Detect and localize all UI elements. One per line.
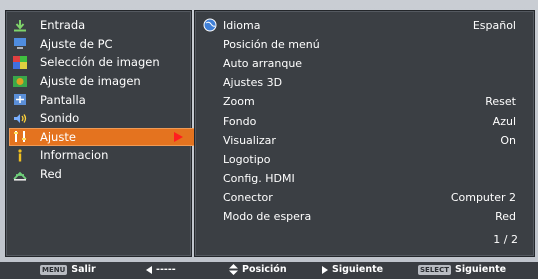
footer-position-label: Posición — [242, 264, 287, 275]
sidebar-item-label: Ajuste de PC — [40, 36, 113, 51]
setting-label: Conector — [223, 190, 273, 204]
setting-value: On — [500, 133, 516, 147]
sidebar-item-label: Informacion — [40, 148, 109, 163]
settings-panel: Idioma Español Posición de menú Auto arr… — [194, 10, 535, 257]
sidebar-item-label: Ajuste de imagen — [40, 74, 141, 89]
sidebar-item-ajuste-de-imagen[interactable]: Ajuste de imagen — [9, 72, 195, 91]
category-sidebar: Entrada Ajuste de PC Selección de imagen… — [5, 10, 195, 257]
setting-label: Zoom — [223, 95, 255, 109]
select-button-icon: SELECT — [418, 264, 451, 275]
pc-adjust-icon — [13, 38, 27, 50]
setting-row-zoom[interactable]: Zoom Reset — [195, 92, 534, 111]
setting-row-logotipo[interactable]: Logotipo — [195, 150, 534, 169]
sidebar-item-label: Entrada — [40, 18, 86, 33]
footer-position: Posición — [229, 264, 287, 275]
footer-exit: MENU Salir — [40, 264, 96, 275]
sidebar-item-label: Ajuste — [40, 129, 76, 144]
setting-row-ajustes-3d[interactable]: Ajustes 3D — [195, 73, 534, 92]
setting-label: Idioma — [223, 19, 261, 32]
info-icon — [13, 149, 27, 162]
image-adjust-icon — [13, 75, 27, 87]
setting-label: Ajustes 3D — [223, 76, 283, 90]
submenu-arrow-icon — [174, 131, 183, 142]
sidebar-item-ajuste-de-pc[interactable]: Ajuste de PC — [9, 35, 195, 54]
setting-row-idioma[interactable]: Idioma Español — [195, 16, 534, 35]
sidebar-item-informacion[interactable]: Informacion — [9, 146, 195, 165]
sidebar-item-sonido[interactable]: Sonido — [9, 109, 195, 128]
sidebar-item-ajuste[interactable]: Ajuste — [9, 127, 195, 147]
footer-select-label: Siguiente — [454, 264, 507, 275]
setting-value: Azul — [492, 114, 516, 128]
sidebar-item-seleccion-de-imagen[interactable]: Selección de imagen — [9, 53, 195, 72]
setting-label: Modo de espera — [223, 210, 312, 223]
footer-back-label: ----- — [156, 264, 176, 275]
sound-icon — [13, 112, 27, 124]
globe-icon — [203, 18, 217, 35]
setting-value: Reset — [485, 95, 516, 109]
image-select-icon — [13, 55, 27, 69]
setting-row-fondo[interactable]: Fondo Azul — [195, 112, 534, 131]
sidebar-item-red[interactable]: Red — [9, 165, 195, 184]
footer-next-label: Siguiente — [332, 264, 384, 275]
setting-row-config-hdmi[interactable]: Config. HDMI — [195, 169, 534, 188]
footer-back: ----- — [146, 264, 176, 275]
network-icon — [13, 168, 27, 181]
sidebar-item-pantalla[interactable]: Pantalla — [9, 90, 195, 109]
footer-select: SELECT Siguiente — [418, 264, 506, 275]
setting-label: Logotipo — [223, 152, 271, 166]
setting-row-modo-de-espera[interactable]: Modo de espera Red — [195, 207, 534, 226]
setting-label: Posición de menú — [223, 38, 320, 52]
sidebar-item-label: Red — [40, 167, 62, 182]
setting-value: Computer 2 — [450, 190, 516, 204]
input-icon — [13, 19, 27, 32]
setting-label: Config. HDMI — [223, 171, 295, 185]
setting-row-auto-arranque[interactable]: Auto arranque — [195, 54, 534, 73]
left-arrow-icon — [146, 265, 152, 274]
setting-icon — [13, 131, 27, 143]
sidebar-item-label: Sonido — [40, 111, 80, 126]
footer-exit-label: Salir — [71, 264, 96, 275]
menu-button-icon: MENU — [40, 264, 68, 275]
setting-label: Visualizar — [223, 133, 276, 147]
right-arrow-icon — [322, 265, 328, 274]
setting-row-conector[interactable]: Conector Computer 2 — [195, 188, 534, 207]
footer-help-bar: MENU Salir ----- Posición Siguiente SELE… — [0, 262, 538, 279]
projector-menu: Entrada Ajuste de PC Selección de imagen… — [0, 0, 538, 279]
setting-label: Fondo — [223, 114, 257, 128]
sidebar-item-entrada[interactable]: Entrada — [9, 16, 195, 35]
sidebar-item-label: Pantalla — [40, 92, 86, 107]
sidebar-item-label: Selección de imagen — [40, 55, 160, 70]
page-indicator: 1 / 2 — [493, 233, 518, 246]
setting-label: Auto arranque — [223, 57, 303, 71]
footer-next: Siguiente — [322, 264, 383, 275]
setting-row-posicion-de-menu[interactable]: Posición de menú — [195, 35, 534, 54]
setting-row-visualizar[interactable]: Visualizar On — [195, 131, 534, 150]
setting-value: Español — [472, 19, 516, 32]
up-down-arrow-icon — [229, 264, 238, 275]
setting-value: Red — [495, 210, 516, 223]
screen-icon — [13, 94, 27, 106]
